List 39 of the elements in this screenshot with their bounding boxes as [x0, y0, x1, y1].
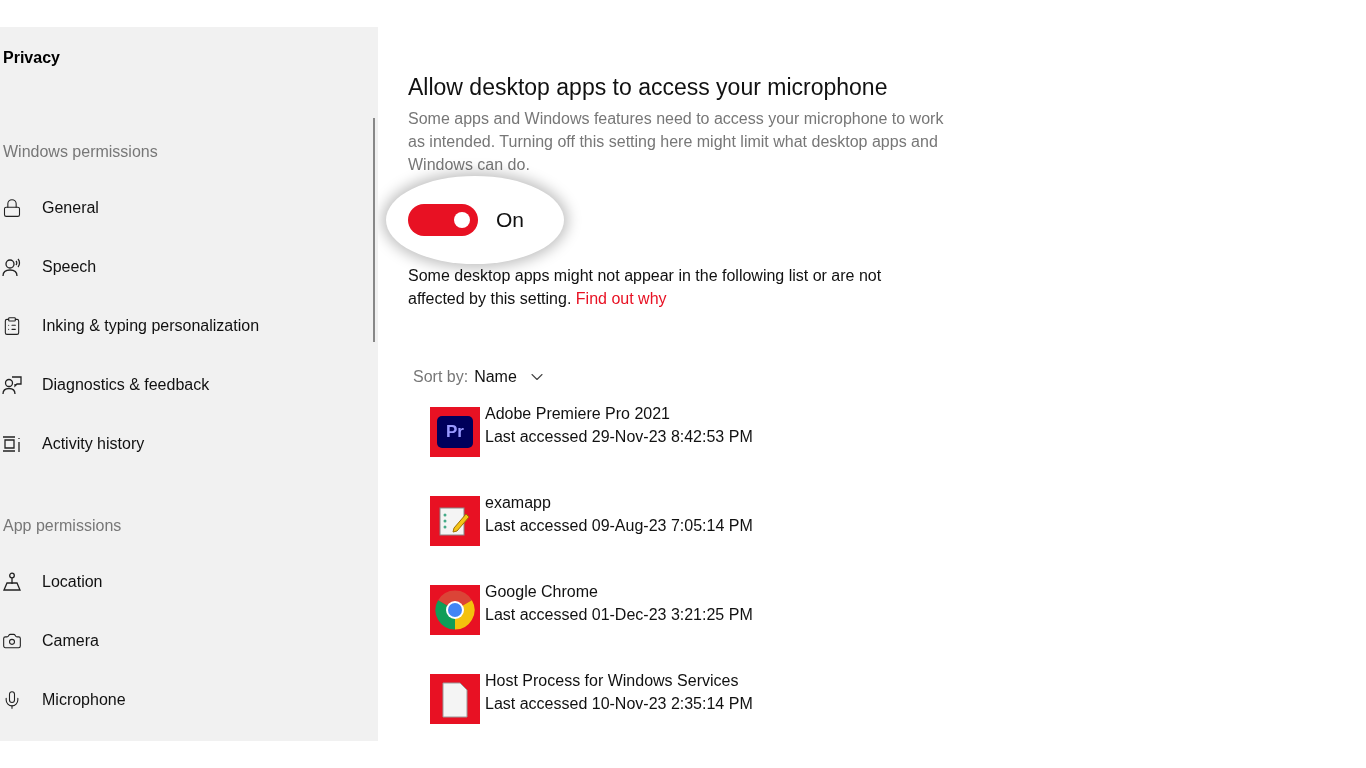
nav-item[interactable]: Location [0, 572, 378, 592]
toggle-knob [454, 212, 470, 228]
last-accessed-text: Last accessed 09-Aug-23 7:05:14 PM [485, 516, 753, 536]
app-name: Host Process for Windows Services [485, 671, 740, 691]
app-name: Google Chrome [485, 582, 599, 602]
last-accessed-text: Last accessed 01-Dec-23 3:21:25 PM [485, 605, 753, 625]
scrollbar-thumb[interactable] [373, 118, 375, 342]
person-feedback-icon [2, 375, 22, 395]
map-pin-icon [2, 572, 22, 592]
notepad-app-icon [430, 496, 480, 546]
description-text: Some apps and Windows features need to access your microphone to work as intended. Turning off this setting here might limit what desktop apps and Windows can do. [408, 109, 945, 175]
toggle-switch[interactable] [408, 204, 478, 236]
sidebar-title: Privacy [2, 48, 61, 66]
person-speaking-icon [2, 257, 22, 277]
nav-item[interactable]: Microphone [0, 690, 378, 710]
camera-icon [2, 631, 22, 651]
app-name: examapp [485, 493, 552, 513]
clipboard-icon [2, 316, 22, 336]
app-name: Adobe Premiere Pro 2021 [485, 404, 671, 424]
section-heading: App permissions [2, 516, 123, 534]
note-text: Some desktop apps might not appear in the following list or are not affected by this setting. Find out why [408, 266, 883, 309]
page-heading: Allow desktop apps to access your microphone [408, 73, 889, 102]
nav-item[interactable]: Diagnostics & feedback [0, 375, 378, 395]
nav-item[interactable]: Camera [0, 631, 378, 651]
find-out-link[interactable]: Find out why [575, 290, 667, 307]
toggle-label: On [496, 207, 524, 234]
section-heading: Windows permissions [2, 142, 159, 160]
lock-icon [2, 198, 22, 218]
nav-item[interactable]: Speech [0, 257, 378, 277]
sort-dropdown[interactable]: Sort by: Name [413, 365, 547, 389]
last-accessed-text: Last accessed 10-Nov-23 2:35:14 PM [485, 694, 753, 714]
nav-item[interactable]: Activity history [0, 434, 378, 454]
browser-app-icon [430, 585, 480, 635]
nav-item[interactable]: General [0, 198, 378, 218]
last-accessed-text: Last accessed 29-Nov-23 8:42:53 PM [485, 427, 753, 447]
activity-timeline-icon [2, 434, 22, 454]
app-icon-letters: Pr [437, 416, 473, 448]
nav-item[interactable]: Inking & typing personalization [0, 316, 378, 336]
document-app-icon [430, 674, 480, 724]
